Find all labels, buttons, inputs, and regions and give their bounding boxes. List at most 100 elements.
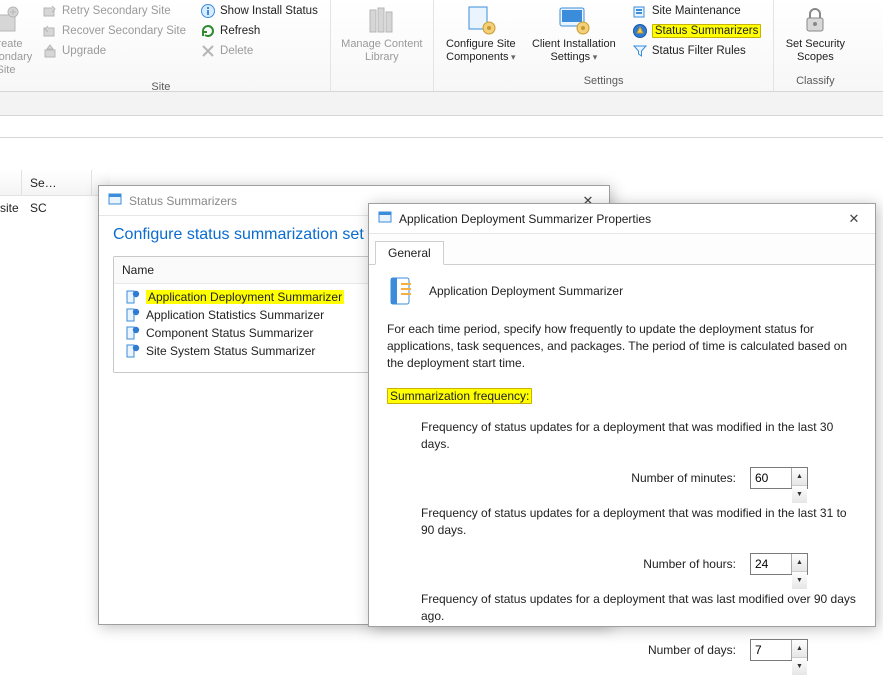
freq3-desc: Frequency of status updates for a deploy… (421, 591, 857, 625)
days-input-wrap: ▲ ▼ (750, 639, 808, 661)
properties-titlebar[interactable]: Application Deployment Summarizer Proper… (369, 204, 875, 234)
window-icon (377, 209, 393, 228)
status-filter-label: Status Filter Rules (652, 45, 746, 57)
hours-input[interactable] (751, 554, 791, 574)
days-spinner: ▲ ▼ (791, 640, 807, 660)
delete-button[interactable]: Delete (196, 42, 322, 60)
recover-secondary-button[interactable]: Recover Secondary Site (38, 22, 190, 40)
summarizer-icon (124, 325, 140, 341)
refresh-label: Refresh (220, 25, 260, 37)
freq3-field: Number of days: ▲ ▼ (387, 639, 857, 661)
refresh-button[interactable]: Refresh (196, 22, 322, 40)
delete-label: Delete (220, 45, 253, 57)
classify-group-label: Classify (782, 73, 848, 91)
ribbon: Create Secondary Site Retry Secondary Si… (0, 0, 883, 92)
settings-group-label: Settings (442, 73, 766, 91)
spin-up-button[interactable]: ▲ (792, 640, 807, 658)
spin-down-button[interactable]: ▼ (792, 658, 807, 675)
show-install-button[interactable]: Show Install Status (196, 2, 322, 20)
site-group-label: Site (0, 79, 322, 97)
upgrade-button[interactable]: Upgrade (38, 42, 190, 60)
grid-col-blank[interactable] (2, 170, 22, 195)
minutes-input-wrap: ▲ ▼ (750, 467, 808, 489)
ribbon-group-classify: Set Security Scopes Classify (774, 0, 856, 91)
set-security-button[interactable]: Set Security Scopes (782, 2, 848, 66)
properties-description: For each time period, specify how freque… (387, 321, 857, 372)
manage-content-label: Manage Content Library (341, 38, 423, 64)
grid-header: Se… (0, 170, 110, 196)
hours-spinner: ▲ ▼ (791, 554, 807, 574)
ribbon-group-content: Manage Content Library (331, 0, 434, 91)
site-maintenance-label: Site Maintenance (652, 5, 741, 17)
server-gear-icon (465, 4, 497, 36)
show-install-label: Show Install Status (220, 5, 318, 17)
settings-col: Site Maintenance Status Summarizers Stat… (628, 2, 766, 60)
minutes-spinner: ▲ ▼ (791, 468, 807, 488)
client-install-button[interactable]: Client Installation Settings (526, 2, 622, 66)
manage-content-button[interactable]: Manage Content Library (339, 2, 425, 66)
recover-icon (42, 23, 58, 39)
spacer-row (0, 116, 883, 138)
maintenance-icon (632, 3, 648, 19)
days-input[interactable] (751, 640, 791, 660)
summarizer-icon (124, 289, 140, 305)
freq2-field: Number of hours: ▲ ▼ (387, 553, 857, 575)
site-maintenance-button[interactable]: Site Maintenance (628, 2, 766, 20)
properties-title: Application Deployment Summarizer Proper… (399, 212, 651, 226)
tab-bar: General (369, 234, 875, 265)
hours-input-wrap: ▲ ▼ (750, 553, 808, 575)
retry-secondary-button[interactable]: Retry Secondary Site (38, 2, 190, 20)
list-item-label: Site System Status Summarizer (146, 344, 315, 358)
list-item-label: Application Statistics Summarizer (146, 308, 324, 322)
status-filter-button[interactable]: Status Filter Rules (628, 42, 766, 60)
freq3-label: Number of days: (436, 642, 736, 659)
freq1-label: Number of minutes: (436, 470, 736, 487)
section-label-text: Summarization frequency: (387, 388, 532, 404)
freq2-desc: Frequency of status updates for a deploy… (421, 505, 857, 539)
retry-icon (42, 3, 58, 19)
list-item-label: Application Deployment Summarizer (146, 290, 344, 304)
refresh-icon (200, 23, 216, 39)
properties-heading-text: Application Deployment Summarizer (429, 283, 623, 300)
delete-icon (200, 43, 216, 59)
site-actions-col-2: Show Install Status Refresh Delete (196, 2, 322, 60)
create-secondary-button[interactable]: Create Secondary Site (0, 2, 32, 79)
spin-down-button[interactable]: ▼ (792, 572, 807, 589)
spin-up-button[interactable]: ▲ (792, 468, 807, 486)
close-button[interactable]: ✕ (841, 209, 867, 229)
grid-row[interactable]: mary site SC (0, 196, 110, 220)
spin-up-button[interactable]: ▲ (792, 554, 807, 572)
info-icon (200, 3, 216, 19)
freq1-desc: Frequency of status updates for a deploy… (421, 419, 857, 453)
grid-col-se[interactable]: Se… (22, 170, 92, 195)
grid-cell-sc: SC (22, 201, 62, 215)
retry-secondary-label: Retry Secondary Site (62, 5, 171, 17)
books-icon (366, 4, 398, 36)
configure-site-label: Configure Site Components (444, 38, 518, 64)
tab-general[interactable]: General (375, 241, 444, 265)
minutes-input[interactable] (751, 468, 791, 488)
spin-down-button[interactable]: ▼ (792, 486, 807, 503)
notebook-icon (387, 275, 419, 307)
grid-cell-name: mary site (0, 201, 22, 215)
properties-heading: Application Deployment Summarizer (387, 275, 857, 307)
recover-secondary-label: Recover Secondary Site (62, 25, 186, 37)
configure-site-button[interactable]: Configure Site Components (442, 2, 520, 66)
section-label: Summarization frequency: (387, 388, 532, 405)
site-actions-col: Retry Secondary Site Recover Secondary S… (38, 2, 190, 60)
status-summarizers-button[interactable]: Status Summarizers (628, 22, 766, 40)
summarizer-icon (124, 343, 140, 359)
summarizer-icon (124, 307, 140, 323)
freq2-label: Number of hours: (436, 556, 736, 573)
list-item-label: Component Status Summarizer (146, 326, 313, 340)
properties-body: Application Deployment Summarizer For ea… (369, 265, 875, 687)
create-site-icon (0, 4, 22, 36)
set-security-label: Set Security Scopes (784, 38, 846, 64)
window-icon (107, 191, 123, 210)
upgrade-label: Upgrade (62, 45, 106, 57)
status-warn-icon (632, 23, 648, 39)
status-summarizers-label: Status Summarizers (652, 24, 762, 38)
status-summarizers-title: Status Summarizers (129, 194, 237, 208)
filter-icon (632, 43, 648, 59)
monitor-gear-icon (558, 4, 590, 36)
